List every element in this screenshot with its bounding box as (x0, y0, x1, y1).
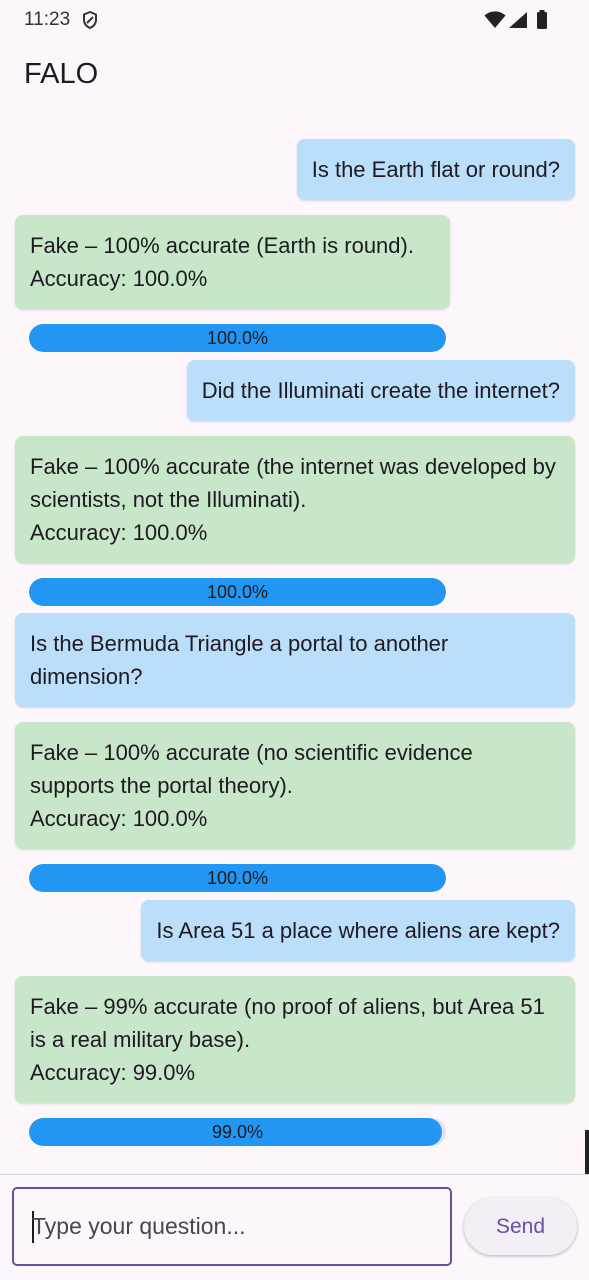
accuracy-bar: 100.0% (29, 864, 446, 892)
chat-list[interactable]: Is the Earth flat or round? Fake – 100% … (0, 128, 589, 1174)
accuracy-label: 99.0% (211, 1122, 264, 1142)
question-input-field[interactable] (12, 1187, 452, 1266)
accuracy-label: 100.0% (206, 582, 269, 602)
send-button[interactable]: Send (464, 1198, 577, 1255)
bot-message: Fake – 100% accurate (the internet was d… (15, 436, 575, 563)
accuracy-label: 100.0% (206, 328, 269, 348)
bot-message: Fake – 99% accurate (no proof of aliens,… (15, 976, 575, 1103)
accuracy-bar: 99.0% (29, 1118, 446, 1146)
app-title: FALO (24, 58, 99, 90)
question-input[interactable] (32, 1189, 432, 1264)
bot-message: Fake – 100% accurate (Earth is round). A… (15, 215, 450, 309)
accuracy-bar: 100.0% (29, 324, 446, 352)
status-time: 11:23 (24, 9, 71, 30)
shield-icon (83, 11, 97, 29)
wifi-icon (484, 11, 506, 28)
status-bar: 11:23 (0, 0, 589, 40)
scrollbar-thumb[interactable] (585, 1130, 589, 1174)
user-message: Did the Illuminati create the internet? (186, 360, 575, 421)
user-message: Is Area 51 a place where aliens are kept… (141, 900, 575, 961)
accuracy-label: 100.0% (206, 868, 269, 888)
battery-icon (537, 10, 547, 29)
accuracy-bar: 100.0% (29, 578, 446, 606)
composer-divider (0, 1174, 589, 1175)
user-message: Is the Bermuda Triangle a portal to anot… (15, 613, 575, 707)
cell-signal-icon (509, 12, 527, 28)
user-message: Is the Earth flat or round? (296, 139, 575, 200)
bot-message: Fake – 100% accurate (no scientific evid… (15, 722, 575, 849)
